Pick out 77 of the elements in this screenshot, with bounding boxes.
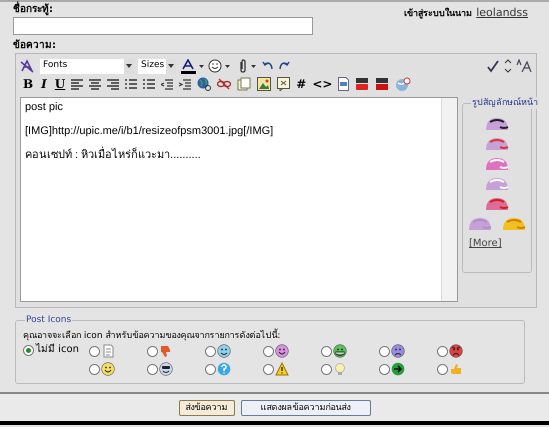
more-smilies-link[interactable]: [More] <box>469 236 502 251</box>
post-icons-hint: คุณอาจจะเลือก icon สำหรับข้อความของคุณจากรายการดังต่อไปนี้: <box>23 330 280 342</box>
size-dropdown[interactable]: Sizes <box>138 58 176 74</box>
smilies-title: รูปสัญลักษณ์หน้า <box>471 97 539 109</box>
arrow-icon <box>391 362 405 376</box>
sad-face-icon <box>391 344 405 358</box>
sunglasses-face-icon <box>159 362 173 376</box>
radio-button[interactable] <box>205 346 216 356</box>
align-center-icon[interactable] <box>89 78 102 90</box>
radio-button[interactable] <box>321 364 332 374</box>
code-button[interactable]: <> <box>312 77 332 91</box>
smiling-face-icon <box>275 344 289 358</box>
radio-button[interactable] <box>379 346 390 356</box>
redo-icon[interactable] <box>278 60 290 72</box>
document-icon[interactable] <box>237 77 252 91</box>
bullet-list-icon[interactable] <box>143 78 156 90</box>
globe-link-icon[interactable] <box>197 77 212 91</box>
bold-button[interactable]: B <box>23 77 34 91</box>
username-link[interactable]: leolandss <box>476 5 528 22</box>
hd-video-icon[interactable] <box>375 77 390 91</box>
radio-button[interactable] <box>263 346 274 356</box>
radio-button[interactable] <box>437 364 448 374</box>
unlink-icon[interactable] <box>217 78 232 90</box>
caret-icon <box>168 64 174 68</box>
radio-button[interactable] <box>89 364 100 374</box>
no-icon-option[interactable]: ไม่มี icon <box>23 343 89 357</box>
grinning-face-icon <box>333 344 347 358</box>
video-icon[interactable] <box>355 77 370 91</box>
hash-tag-button[interactable]: # <box>296 77 306 91</box>
italic-button[interactable]: I <box>41 77 47 91</box>
radio-button[interactable] <box>321 346 332 356</box>
outdent-icon[interactable] <box>161 78 174 90</box>
thumbs-up-icon <box>449 362 463 376</box>
font-dropdown[interactable]: Fonts <box>40 58 134 74</box>
radio-button[interactable] <box>147 364 158 374</box>
text-color-icon[interactable] <box>180 58 204 74</box>
subject-label: ชื่อกระทู้: <box>13 4 313 16</box>
preview-button[interactable]: แสดงผลข้อความก่อนส่ง <box>240 400 370 416</box>
question-icon <box>217 362 231 376</box>
quote-icon[interactable] <box>277 77 290 91</box>
radio-button[interactable] <box>263 364 274 374</box>
numbered-list-icon[interactable] <box>125 78 138 90</box>
lightbulb-icon <box>333 362 347 376</box>
page-icon <box>101 344 115 358</box>
message-text-line: คอนเซปท์ : หิวเมื่อไหร่ก็แวะมา.......... <box>25 149 201 162</box>
scrollbar[interactable] <box>441 98 457 301</box>
radio-button[interactable] <box>379 364 390 374</box>
undo-icon[interactable] <box>262 60 274 72</box>
spellcheck-icon[interactable] <box>486 59 500 73</box>
smiley-icon[interactable] <box>208 59 232 73</box>
align-right-icon[interactable] <box>107 78 120 90</box>
message-label: ข้อความ: <box>13 40 56 52</box>
login-text: เข้าสู่ระบบในนาม <box>404 8 472 21</box>
smiling-face-icon <box>101 362 115 376</box>
resize-icon[interactable] <box>504 59 512 73</box>
radio-button[interactable] <box>89 346 100 356</box>
message-text-line: [IMG]http://upic.me/i/b1/resizeofpsm3001.jpg[/IMG] <box>25 125 274 138</box>
radio-button[interactable] <box>147 346 158 356</box>
submit-button[interactable]: ส่งข้อความ <box>178 400 234 416</box>
winking-face-icon <box>217 344 231 358</box>
editor-textarea[interactable]: post pic [IMG]http://upic.me/i/b1/resizeofpsm3001.jpg[/IMG] คอนเซปท์ : หิวเมื่อไหร่ก็แวะมา.......... <box>20 97 458 302</box>
radio-button[interactable] <box>23 344 34 356</box>
warning-icon <box>275 362 289 376</box>
smiley-icon[interactable] <box>484 116 510 132</box>
radio-button[interactable] <box>205 364 216 374</box>
font-size-icon[interactable] <box>516 59 532 73</box>
underline-button[interactable]: U <box>54 77 66 91</box>
image-icon[interactable] <box>257 77 272 91</box>
align-left-icon[interactable] <box>71 78 84 90</box>
angry-face-icon <box>449 344 463 358</box>
message-text-line: post pic <box>25 101 63 114</box>
thumbs-down-icon <box>159 344 173 358</box>
subject-field[interactable] <box>13 17 313 35</box>
indent-icon[interactable] <box>179 78 192 90</box>
no-icon-label: ไม่มี icon <box>36 344 79 356</box>
caret-icon <box>126 64 132 68</box>
radio-button[interactable] <box>437 346 448 356</box>
